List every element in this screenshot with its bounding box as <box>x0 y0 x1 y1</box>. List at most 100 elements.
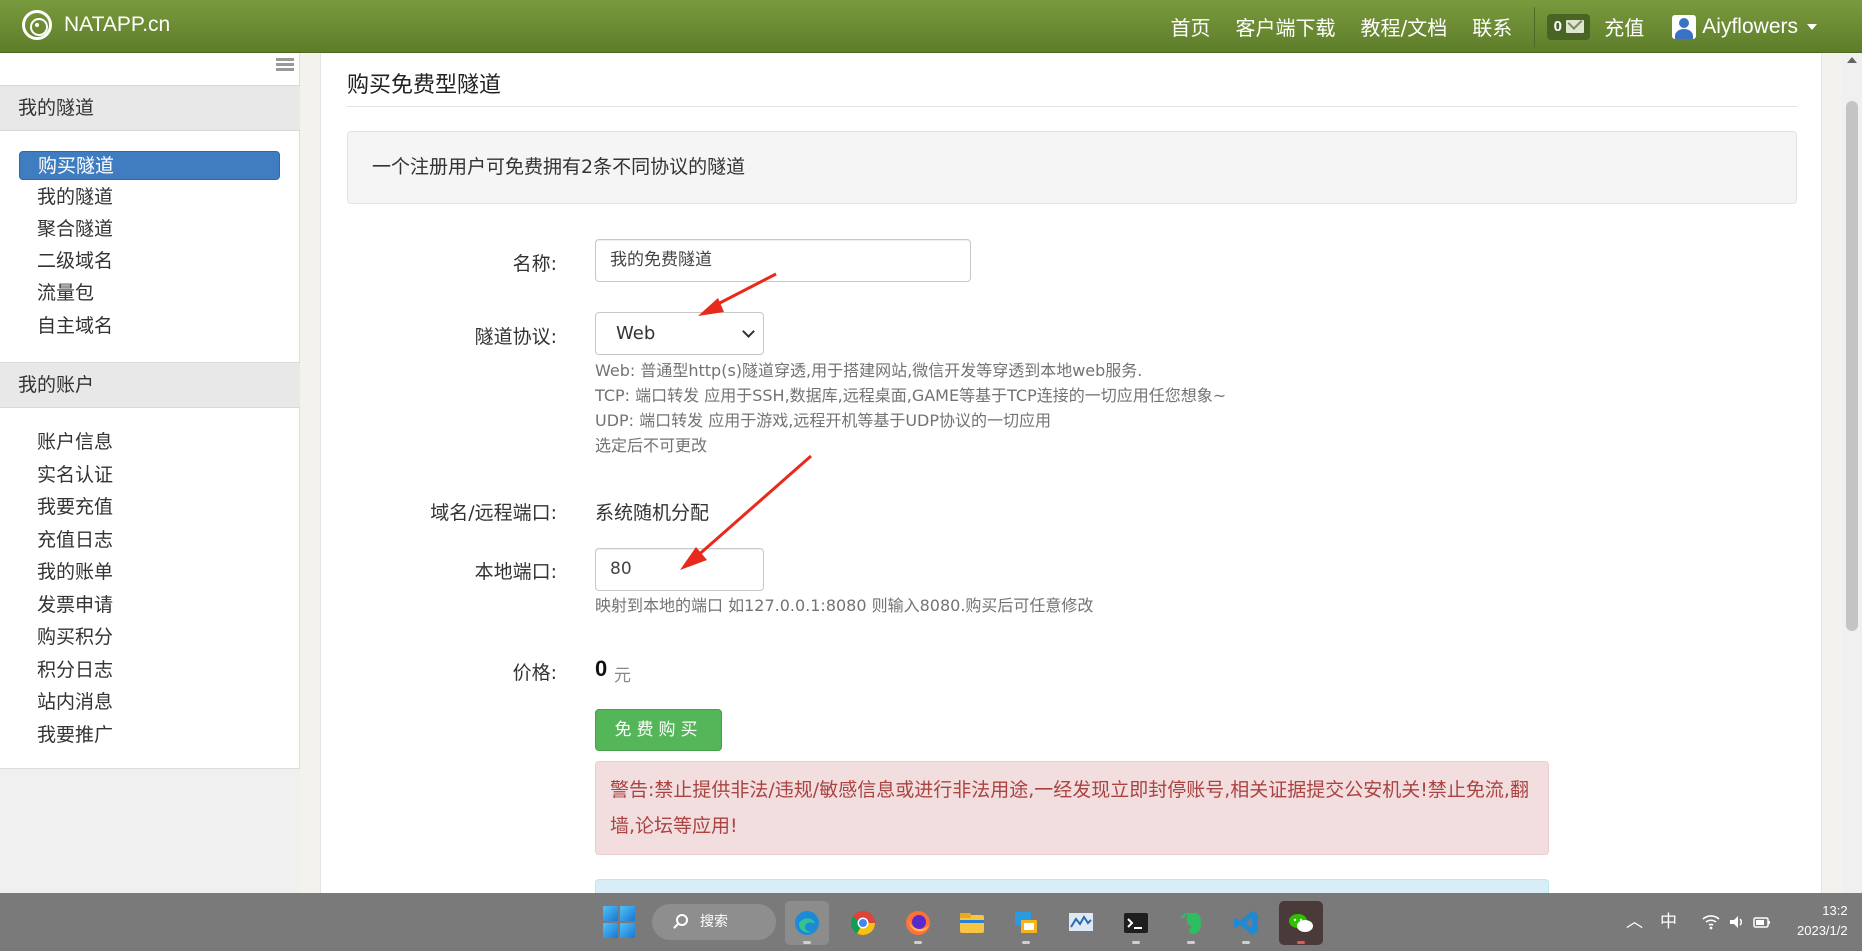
protocol-help-tcp: TCP: 端口转发 应用于SSH,数据库,远程桌面,GAME等基于TCP连接的一… <box>595 386 1227 405</box>
sidebar-item-real-name[interactable]: 实名认证 <box>19 461 280 490</box>
taskbar-app-monitor[interactable] <box>1059 901 1103 945</box>
protocol-help-udp: UDP: 端口转发 应用于游戏,远程开机等基于UDP协议的一切应用 <box>595 411 1052 430</box>
free-buy-button[interactable]: 免费购买 <box>595 709 722 751</box>
edge-icon <box>795 911 819 935</box>
wifi-icon[interactable] <box>1702 913 1720 931</box>
running-indicator <box>1022 941 1030 944</box>
taskbar-app-evernote[interactable] <box>1169 901 1213 945</box>
windows-start-icon[interactable] <box>603 906 635 938</box>
nav-download-link[interactable]: 客户端下载 <box>1236 12 1336 41</box>
remote-desktop-icon <box>1015 912 1037 933</box>
title-divider <box>347 106 1797 107</box>
scroll-up-icon[interactable] <box>1847 57 1857 63</box>
taskbar-app-edge[interactable] <box>785 901 829 945</box>
sidebar-item-messages[interactable]: 站内消息 <box>19 688 280 717</box>
windows-taskbar: 搜索 ︿ 中 13:2 2023/1/2 <box>0 893 1862 951</box>
info-alert <box>595 879 1549 893</box>
price-label: 价格: <box>512 662 557 684</box>
envelope-icon <box>1565 20 1584 33</box>
sidebar-item-account-info[interactable]: 账户信息 <box>19 428 280 457</box>
protocol-selected-value: Web <box>616 323 656 344</box>
nav-docs-link[interactable]: 教程/文档 <box>1361 12 1448 41</box>
monitor-icon <box>1069 913 1093 931</box>
scrollbar-thumb[interactable] <box>1846 101 1858 631</box>
chevron-down-icon <box>1807 23 1817 30</box>
price-value: 0 <box>595 656 608 681</box>
clock-date: 2023/1/2 <box>1797 923 1848 938</box>
sidebar-item-my-tunnels[interactable]: 我的隧道 <box>19 183 280 212</box>
sidebar-item-subdomain[interactable]: 二级域名 <box>19 247 280 276</box>
wechat-icon <box>1289 914 1313 932</box>
taskbar-app-vscode[interactable] <box>1224 901 1268 945</box>
name-label: 名称: <box>512 253 557 275</box>
taskbar-search-button[interactable]: 搜索 <box>652 904 776 940</box>
firefox-icon <box>906 911 930 935</box>
taskbar-app-explorer[interactable] <box>950 901 994 945</box>
protocol-select[interactable]: Web <box>595 312 764 355</box>
sidebar-item-invoice[interactable]: 发票申请 <box>19 591 280 620</box>
sidebar-item-traffic-pack[interactable]: 流量包 <box>19 279 280 308</box>
sidebar-item-promote[interactable]: 我要推广 <box>19 721 280 750</box>
sidebar-section-tunnels: 我的隧道 <box>0 85 300 131</box>
sidebar: 我的隧道 购买隧道 我的隧道 聚合隧道 二级域名 流量包 自主域名 我的账户 账… <box>0 53 300 893</box>
running-indicator <box>1297 941 1305 944</box>
evernote-icon <box>1180 913 1201 934</box>
warning-alert: 警告:禁止提供非法/违规/敏感信息或进行非法用途,一经发现立即封停账号,相关证据… <box>595 761 1549 855</box>
sidebar-item-buy-points[interactable]: 购买积分 <box>19 623 280 652</box>
page-title: 购买免费型隧道 <box>347 73 502 98</box>
protocol-label: 隧道协议: <box>474 326 557 348</box>
protocol-help-web: Web: 普通型http(s)隧道穿透,用于搭建网站,微信开发等穿透到本地web… <box>595 361 1143 380</box>
sidebar-section-account: 我的账户 <box>0 362 300 408</box>
natapp-logo-icon <box>22 10 52 40</box>
nav-home-link[interactable]: 首页 <box>1171 12 1211 41</box>
vscode-icon <box>1234 911 1258 935</box>
battery-icon[interactable] <box>1752 913 1772 931</box>
taskbar-app-terminal[interactable] <box>1114 901 1158 945</box>
domain-label: 域名/远程端口: <box>430 502 557 524</box>
sidebar-item-recharge[interactable]: 我要充值 <box>19 493 280 522</box>
brand-name: NATAPP.cn <box>64 13 171 36</box>
sidebar-footer <box>0 768 300 893</box>
nav-contact-link[interactable]: 联系 <box>1472 12 1512 41</box>
running-indicator <box>803 941 811 944</box>
tunnel-name-input[interactable]: 我的免费隧道 <box>595 239 971 282</box>
speaker-icon[interactable] <box>1728 913 1746 931</box>
brand[interactable]: NATAPP.cn <box>22 10 170 40</box>
running-indicator <box>1132 941 1140 944</box>
sidebar-item-recharge-log[interactable]: 充值日志 <box>19 526 280 555</box>
local-port-help: 映射到本地的端口 如127.0.0.1:8080 则输入8080.购买后可任意修… <box>595 596 1094 615</box>
user-menu[interactable]: Aiyflowers <box>1672 14 1817 39</box>
taskbar-app-remote[interactable] <box>1004 901 1048 945</box>
local-port-input[interactable]: 80 <box>595 548 764 591</box>
ime-indicator[interactable]: 中 <box>1660 893 1677 951</box>
sidebar-item-custom-domain[interactable]: 自主域名 <box>19 312 280 341</box>
user-avatar-icon <box>1672 14 1697 39</box>
nav-recharge-link[interactable]: 充值 <box>1604 12 1644 41</box>
taskbar-search-label: 搜索 <box>700 914 728 930</box>
clock-time: 13:2 <box>1822 903 1848 918</box>
taskbar-app-firefox[interactable] <box>896 901 940 945</box>
search-icon <box>676 914 688 926</box>
local-port-label: 本地端口: <box>474 561 557 583</box>
running-indicator <box>1242 941 1250 944</box>
main-panel: 购买免费型隧道 一个注册用户可免费拥有2条不同协议的隧道 名称: 我的免费隧道 … <box>320 53 1822 893</box>
sidebar-item-bills[interactable]: 我的账单 <box>19 558 280 587</box>
domain-value: 系统随机分配 <box>595 502 710 524</box>
running-indicator <box>914 941 922 944</box>
chevron-up-icon[interactable]: ︿ <box>1626 893 1643 951</box>
message-count: 0 <box>1553 18 1562 35</box>
taskbar-app-wechat[interactable] <box>1279 901 1323 945</box>
terminal-icon <box>1124 913 1148 933</box>
username: Aiyflowers <box>1702 14 1798 38</box>
top-navbar: NATAPP.cn 首页 客户端下载 教程/文档 联系 0 充值 Aiyflow… <box>0 0 1862 53</box>
messages-button[interactable]: 0 <box>1547 13 1591 40</box>
nav-links: 首页 客户端下载 教程/文档 联系 0 充值 Aiyflowers <box>1146 0 1817 53</box>
sidebar-item-points-log[interactable]: 积分日志 <box>19 656 280 685</box>
sidebar-toggle-icon[interactable] <box>276 58 294 72</box>
page-scrollbar[interactable] <box>1842 53 1862 893</box>
sidebar-item-aggregate-tunnels[interactable]: 聚合隧道 <box>19 215 280 244</box>
system-clock[interactable]: 13:2 2023/1/2 <box>1797 901 1848 941</box>
chevron-down-icon <box>742 325 755 338</box>
sidebar-item-buy-tunnel[interactable]: 购买隧道 <box>19 151 280 180</box>
taskbar-app-chrome[interactable] <box>841 901 885 945</box>
